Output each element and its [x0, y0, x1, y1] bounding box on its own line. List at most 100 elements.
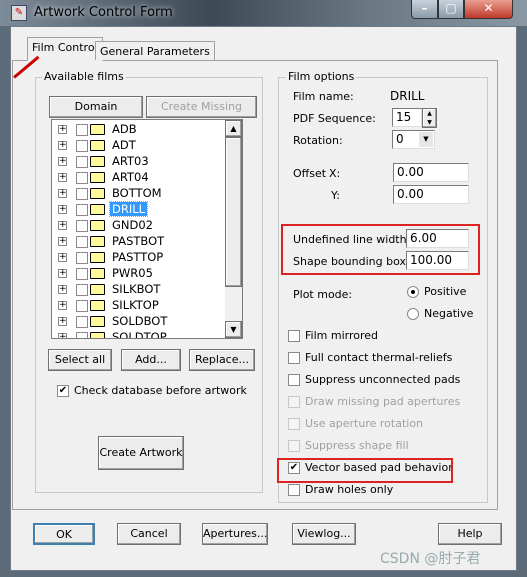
film-name: SOLDTOP	[112, 330, 167, 339]
film-item[interactable]: + SILKTOP	[52, 298, 222, 314]
folder-icon	[90, 188, 105, 199]
film-name: PWR05	[112, 266, 153, 280]
film-item[interactable]: + PASTTOP	[52, 250, 222, 266]
expand-icon[interactable]: +	[58, 237, 67, 246]
film-item[interactable]: + PASTBOT	[52, 234, 222, 250]
chevron-down-icon: ▼	[419, 132, 433, 147]
film-checkbox[interactable]	[76, 284, 88, 296]
scroll-up-button[interactable]: ▲	[225, 120, 242, 137]
option-checkbox[interactable]	[288, 484, 300, 496]
help-button[interactable]: Help	[438, 523, 502, 545]
option-checkbox	[288, 418, 300, 430]
expand-icon[interactable]: +	[58, 317, 67, 326]
film-name: ART03	[112, 154, 149, 168]
offset-y-input[interactable]: 0.00	[393, 185, 469, 204]
negative-radio[interactable]	[407, 308, 419, 320]
film-checkbox[interactable]	[76, 156, 88, 168]
undefined-line-width-input[interactable]: 6.00	[406, 229, 469, 248]
tab-general-parameters[interactable]: General Parameters	[95, 41, 215, 60]
film-item[interactable]: + PWR05	[52, 266, 222, 282]
rotation-value: 0	[396, 132, 404, 146]
expand-icon[interactable]: +	[58, 173, 67, 182]
film-checkbox[interactable]	[76, 124, 88, 136]
expand-icon[interactable]: +	[58, 333, 67, 338]
expand-icon[interactable]: +	[58, 157, 67, 166]
film-name: PASTTOP	[112, 250, 164, 264]
check-database-checkbox[interactable]: ✔	[57, 385, 69, 397]
minimize-button[interactable]: –	[411, 0, 438, 19]
create-artwork-button[interactable]: Create Artwork	[98, 436, 184, 470]
film-item[interactable]: + SILKBOT	[52, 282, 222, 298]
expand-icon[interactable]: +	[58, 301, 67, 310]
expand-icon[interactable]: +	[58, 141, 67, 150]
film-checkbox[interactable]	[76, 236, 88, 248]
domain-selection-button[interactable]: Domain Selection	[49, 96, 143, 133]
film-checkbox[interactable]	[76, 140, 88, 152]
ok-button[interactable]: OK	[33, 523, 95, 545]
folder-icon	[90, 236, 105, 247]
film-checkbox[interactable]	[76, 204, 88, 216]
app-icon: ✎	[11, 5, 27, 21]
film-checkbox[interactable]	[76, 220, 88, 232]
option-checkbox[interactable]	[288, 374, 300, 386]
expand-icon[interactable]: +	[58, 269, 67, 278]
film-item[interactable]: + ART04	[52, 170, 222, 186]
offset-x-input[interactable]: 0.00	[393, 163, 469, 182]
cancel-button[interactable]: Cancel	[117, 523, 181, 545]
option-label: Film mirrored	[305, 329, 378, 342]
expand-icon[interactable]: +	[58, 285, 67, 294]
option-label: Full contact thermal-reliefs	[305, 351, 453, 364]
apertures-button[interactable]: Apertures...	[202, 523, 268, 545]
option-checkbox[interactable]	[288, 330, 300, 342]
viewlog-button[interactable]: Viewlog...	[292, 523, 356, 545]
film-checkbox[interactable]	[76, 268, 88, 280]
folder-icon	[90, 284, 105, 295]
expand-icon[interactable]: +	[58, 205, 67, 214]
positive-label: Positive	[424, 285, 467, 298]
shape-bounding-box-input[interactable]: 100.00	[406, 251, 469, 270]
film-item[interactable]: + SOLDBOT	[52, 314, 222, 330]
replace-button[interactable]: Replace...	[189, 349, 255, 371]
scroll-thumb[interactable]	[225, 137, 242, 287]
folder-icon	[90, 140, 105, 151]
list-scrollbar[interactable]: ▲ ▼	[225, 120, 242, 338]
film-checkbox[interactable]	[76, 252, 88, 264]
option-checkbox	[288, 396, 300, 408]
option-checkbox[interactable]	[288, 352, 300, 364]
offset-y-label: Y:	[331, 189, 340, 202]
film-name: BOTTOM	[112, 186, 162, 200]
film-item[interactable]: + BOTTOM	[52, 186, 222, 202]
expand-icon[interactable]: +	[58, 125, 67, 134]
rotation-select[interactable]: 0 ▼	[392, 130, 435, 149]
film-checkbox[interactable]	[76, 300, 88, 312]
expand-icon[interactable]: +	[58, 253, 67, 262]
film-item[interactable]: + SOLDTOP	[52, 330, 222, 339]
folder-icon	[90, 268, 105, 279]
films-tree-list[interactable]: + ADB + ADT + ART03 + ART04 + BOTTOM + DRILL + GND02 +…	[51, 119, 243, 339]
scroll-down-button[interactable]: ▼	[225, 321, 242, 338]
film-checkbox[interactable]	[76, 316, 88, 328]
folder-icon	[90, 220, 105, 231]
film-item[interactable]: + ADB	[52, 122, 222, 138]
maximize-button[interactable]: ▢	[438, 0, 464, 19]
positive-radio[interactable]	[407, 286, 419, 298]
select-all-button[interactable]: Select all	[48, 349, 112, 371]
window-title: Artwork Control Form	[34, 5, 173, 20]
film-checkbox[interactable]	[76, 188, 88, 200]
film-name: DRILL	[108, 201, 149, 217]
film-checkbox[interactable]	[76, 172, 88, 184]
close-button[interactable]: ✕	[464, 0, 513, 19]
film-item[interactable]: + ART03	[52, 154, 222, 170]
expand-icon[interactable]: +	[58, 189, 67, 198]
film-item[interactable]: + GND02	[52, 218, 222, 234]
film-item[interactable]: + ADT	[52, 138, 222, 154]
film-item[interactable]: + DRILL	[52, 201, 222, 218]
film-name: ART04	[112, 170, 149, 184]
option-checkbox	[288, 440, 300, 452]
film-checkbox[interactable]	[76, 332, 88, 338]
expand-icon[interactable]: +	[58, 221, 67, 230]
pdf-sequence-input[interactable]: 15	[392, 108, 422, 127]
option-label: Suppress shape fill	[305, 439, 409, 452]
add-button[interactable]: Add...	[121, 349, 181, 371]
pdf-sequence-spinner[interactable]: ▲ ▼	[422, 108, 437, 128]
